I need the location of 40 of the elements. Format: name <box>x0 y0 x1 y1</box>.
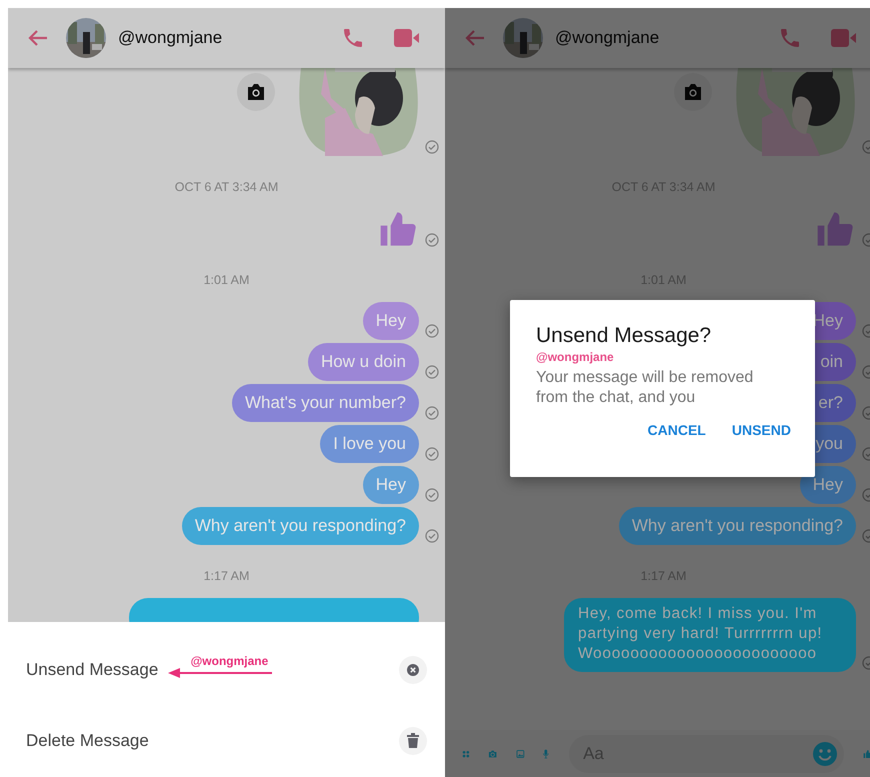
video-camera-icon[interactable] <box>830 27 858 49</box>
sent-check-icon <box>425 406 439 420</box>
dialog-title: Unsend Message? <box>536 324 712 348</box>
sent-check-icon <box>425 140 439 154</box>
dialog-message: Your message will be removed from the chat, and you <box>536 368 754 408</box>
phone-icon[interactable] <box>778 26 802 50</box>
video-camera-icon[interactable] <box>393 27 421 49</box>
sent-check-icon <box>425 447 439 461</box>
message-bubble[interactable]: Why aren't you responding? <box>182 507 419 545</box>
timestamp: 1:17 AM <box>202 568 250 585</box>
annotation-text: @wongmjane <box>190 654 268 668</box>
sent-check-icon <box>425 365 439 379</box>
menu-item[interactable]: Unsend Message <box>26 660 158 680</box>
contact-name: @wongmjane <box>118 28 222 48</box>
message-bubble[interactable]: Why aren't you responding? <box>618 507 856 545</box>
message-bubble[interactable]: Hey, come back! I miss you. I'm partying very hard! Turrrrrrrn up! Woooooooooooooooooooooooo <box>564 598 856 672</box>
menu-item[interactable]: Delete Message <box>26 731 149 752</box>
message-bubble[interactable]: Hey <box>362 302 419 340</box>
message-bubble[interactable]: How u doin <box>308 343 419 381</box>
sent-check-icon <box>425 324 439 338</box>
message-bubble[interactable]: I love you <box>320 425 419 463</box>
emoji-icon[interactable] <box>812 740 838 766</box>
message-bubble[interactable]: Hey <box>362 466 419 504</box>
dialog-button[interactable]: UNSEND <box>732 422 791 438</box>
sent-check-icon <box>425 529 439 543</box>
timestamp: 1:01 AM <box>202 272 250 289</box>
sent-check-icon <box>425 233 439 247</box>
message-bubble[interactable]: Hey <box>800 466 856 504</box>
camera-icon <box>683 83 703 101</box>
annotation-text: @wongmjane <box>536 350 615 364</box>
trash-icon[interactable] <box>399 727 427 756</box>
phone-icon[interactable] <box>341 26 365 50</box>
message-bubble[interactable]: What's your number? <box>232 384 419 422</box>
dialog-button[interactable]: CANCEL <box>648 422 706 438</box>
contact-name: @wongmjane <box>555 28 660 48</box>
timestamp: OCT 6 AT 3:34 AM <box>174 179 280 196</box>
remove-icon[interactable] <box>399 656 427 684</box>
camera-button[interactable] <box>237 73 275 111</box>
sent-check-icon <box>425 488 439 502</box>
camera-icon <box>246 83 266 101</box>
